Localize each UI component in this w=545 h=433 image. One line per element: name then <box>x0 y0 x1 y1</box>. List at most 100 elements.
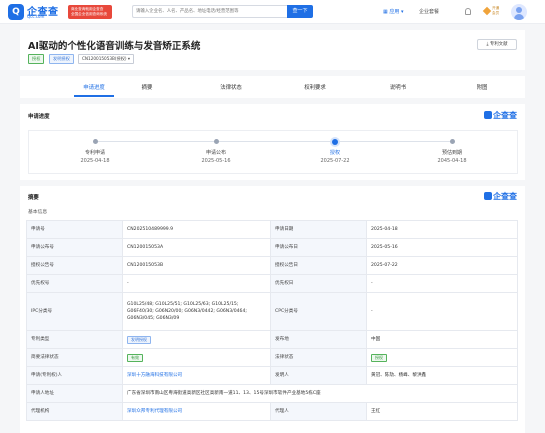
qcc-watermark: 企查查 <box>484 191 517 202</box>
tab-description[interactable]: 说明书 <box>368 83 428 91</box>
field-label: 授权公告号 <box>26 256 123 275</box>
step-label: 专利申请 <box>84 150 105 156</box>
field-label: 法律状态 <box>270 348 367 367</box>
promo-line-2: 全国企业信用查询系统 <box>71 12 107 16</box>
qcc-logo-icon[interactable]: Q <box>8 4 24 20</box>
top-header: Q 企查查 Qcc.com 商业查询就用企查查 全国企业信用查询系统 查一下 ▦… <box>0 0 545 24</box>
patent-document-label: 专利文献 <box>489 42 508 47</box>
timeline-dot <box>213 139 219 144</box>
field-label: 简要法律状态 <box>26 348 123 367</box>
tab-drawings[interactable]: 附图 <box>452 83 512 91</box>
field-label: 代理人 <box>270 402 367 421</box>
field-value: - <box>122 274 271 293</box>
table-row: IPC分类号 G10L25/48; G10L25/51; G10L25/63; … <box>26 292 518 331</box>
table-row: 申请公布号 CN120015053A 申请公布日 2025-05-16 <box>26 238 518 257</box>
legal-status-tag: 授权 <box>371 353 387 362</box>
field-label: 代理机构 <box>26 402 123 421</box>
field-label: 申请(专利权)人 <box>26 366 123 385</box>
chevron-down-icon: ▾ <box>400 9 404 15</box>
vip-badge[interactable]: 开通 会员 <box>482 6 502 17</box>
patent-title-card: AI驱动的个性化语音训练与发音矫正系统 授权 发明授权 CN120015053B… <box>20 30 525 70</box>
bell-icon[interactable] <box>465 8 471 15</box>
field-label: 优先权号 <box>26 274 123 293</box>
field-label: 授权公告日 <box>270 256 367 275</box>
timeline-line <box>95 141 452 142</box>
patent-number-label: CN120015053B(授权) <box>82 56 127 61</box>
active-tab-indicator <box>74 95 114 97</box>
field-label: 申请人地址 <box>26 384 123 403</box>
field-label: 申请公布日 <box>270 238 367 257</box>
field-value: 发明授权 <box>122 330 271 349</box>
progress-title: 申请进度 <box>28 114 50 120</box>
step-date: 2025-04-18 <box>80 158 110 164</box>
field-value: - <box>366 292 518 331</box>
field-label: 申请日期 <box>270 220 367 239</box>
tab-abstract[interactable]: 摘要 <box>117 83 177 91</box>
basic-info-table: 申请号 CN202510489999.9 申请日期 2025-04-18 申请公… <box>26 220 518 421</box>
search-box <box>132 5 287 18</box>
field-label: 申请号 <box>26 220 123 239</box>
field-label: 优先权日 <box>270 274 367 293</box>
patent-number-dropdown[interactable]: CN120015053B(授权) ▾ <box>78 54 135 64</box>
field-value: 授权 <box>366 348 518 367</box>
grid-icon: ▦ <box>383 9 388 15</box>
diamond-icon <box>482 6 492 16</box>
agency-name[interactable]: 深圳众邦专利代理有限公司 <box>127 409 182 414</box>
search-button[interactable]: 查一下 <box>287 5 313 18</box>
step-date: 2045-04-18 <box>437 158 467 164</box>
page-title: AI驱动的个性化语音训练与发音矫正系统 <box>28 41 201 52</box>
table-row: 专利类型 发明授权 发布地 中国 <box>26 330 518 349</box>
table-row: 申请(专利权)人 深圳十方融海科技有限公司 发明人 黄冠、陈劼、杨峰、黎洪鑫 <box>26 366 518 385</box>
applicant-name[interactable]: 深圳十方融海科技有限公司 <box>127 373 182 378</box>
table-row: 代理机构 深圳众邦专利代理有限公司 代理人 王红 <box>26 402 518 421</box>
tab-legal-status[interactable]: 法律状态 <box>201 83 261 91</box>
chevron-down-icon: ▾ <box>127 56 131 61</box>
table-row: 申请人地址 广东省深圳市南山区粤海街道高新区社区高新南一道11、13、15号深圳… <box>26 384 518 403</box>
table-row: 授权公告号 CN120015053B 授权公告日 2025-07-22 <box>26 256 518 275</box>
type-tag-invention: 发明授权 <box>49 54 74 64</box>
step-label-active: 授权 <box>329 150 340 156</box>
field-value: 2025-04-18 <box>366 220 518 239</box>
field-value: CN202510489999.9 <box>122 220 271 239</box>
table-row: 优先权号 - 优先权日 - <box>26 274 518 293</box>
patent-document-button[interactable]: ⤓ 专利文献 <box>477 39 517 50</box>
field-value: 2025-07-22 <box>366 256 518 275</box>
applicant-link[interactable]: 深圳十方融海科技有限公司 <box>122 366 271 385</box>
logo-subtext: Qcc.com <box>27 14 45 19</box>
field-value: 有效 <box>122 348 271 367</box>
field-value: 王红 <box>366 402 518 421</box>
field-label: 发布地 <box>270 330 367 349</box>
timeline-dot <box>449 139 455 144</box>
search-input[interactable] <box>133 6 287 17</box>
apps-label: 应用 <box>389 9 400 15</box>
abstract-title: 摘要 <box>28 195 39 201</box>
step-date: 2025-07-22 <box>320 158 350 164</box>
step-label: 申请公布 <box>205 150 226 156</box>
step-date: 2025-05-16 <box>201 158 231 164</box>
ipc-codes[interactable]: G10L25/48; G10L25/51; G10L25/63; G10L25/… <box>122 292 271 331</box>
table-row: 申请号 CN202510489999.9 申请日期 2025-04-18 <box>26 220 518 239</box>
brand-text: 企查查 <box>493 111 517 120</box>
user-avatar[interactable] <box>511 4 527 20</box>
timeline-dot-active <box>332 138 338 145</box>
tab-bar: 申请进度 摘要 法律状态 权利要求 说明书 附图 <box>20 76 525 98</box>
qcc-logo-icon <box>484 111 492 119</box>
field-label: 申请公布号 <box>26 238 123 257</box>
apps-menu-button[interactable]: ▦ 应用 ▾ <box>383 8 403 15</box>
enterprise-edition-link[interactable]: 企业套餐 <box>419 8 439 15</box>
tab-claims[interactable]: 权利要求 <box>285 83 345 91</box>
field-label: CPC分类号 <box>270 292 367 331</box>
timeline-dot <box>92 139 98 144</box>
field-value: 中国 <box>366 330 518 349</box>
tab-progress[interactable]: 申请进度 <box>64 83 124 91</box>
table-row: 简要法律状态 有效 法律状态 授权 <box>26 348 518 367</box>
promo-banner[interactable]: 商业查询就用企查查 全国企业信用查询系统 <box>68 5 112 19</box>
agency-link[interactable]: 深圳众邦专利代理有限公司 <box>122 402 271 421</box>
field-label: 专利类型 <box>26 330 123 349</box>
valid-status-tag: 有效 <box>127 353 143 362</box>
vip-line-2: 会员 <box>492 11 500 15</box>
download-icon: ⤓ <box>486 42 489 47</box>
field-label: IPC分类号 <box>26 292 123 331</box>
field-value: CN120015053A <box>122 238 271 257</box>
brand-text: 企查查 <box>493 192 517 201</box>
